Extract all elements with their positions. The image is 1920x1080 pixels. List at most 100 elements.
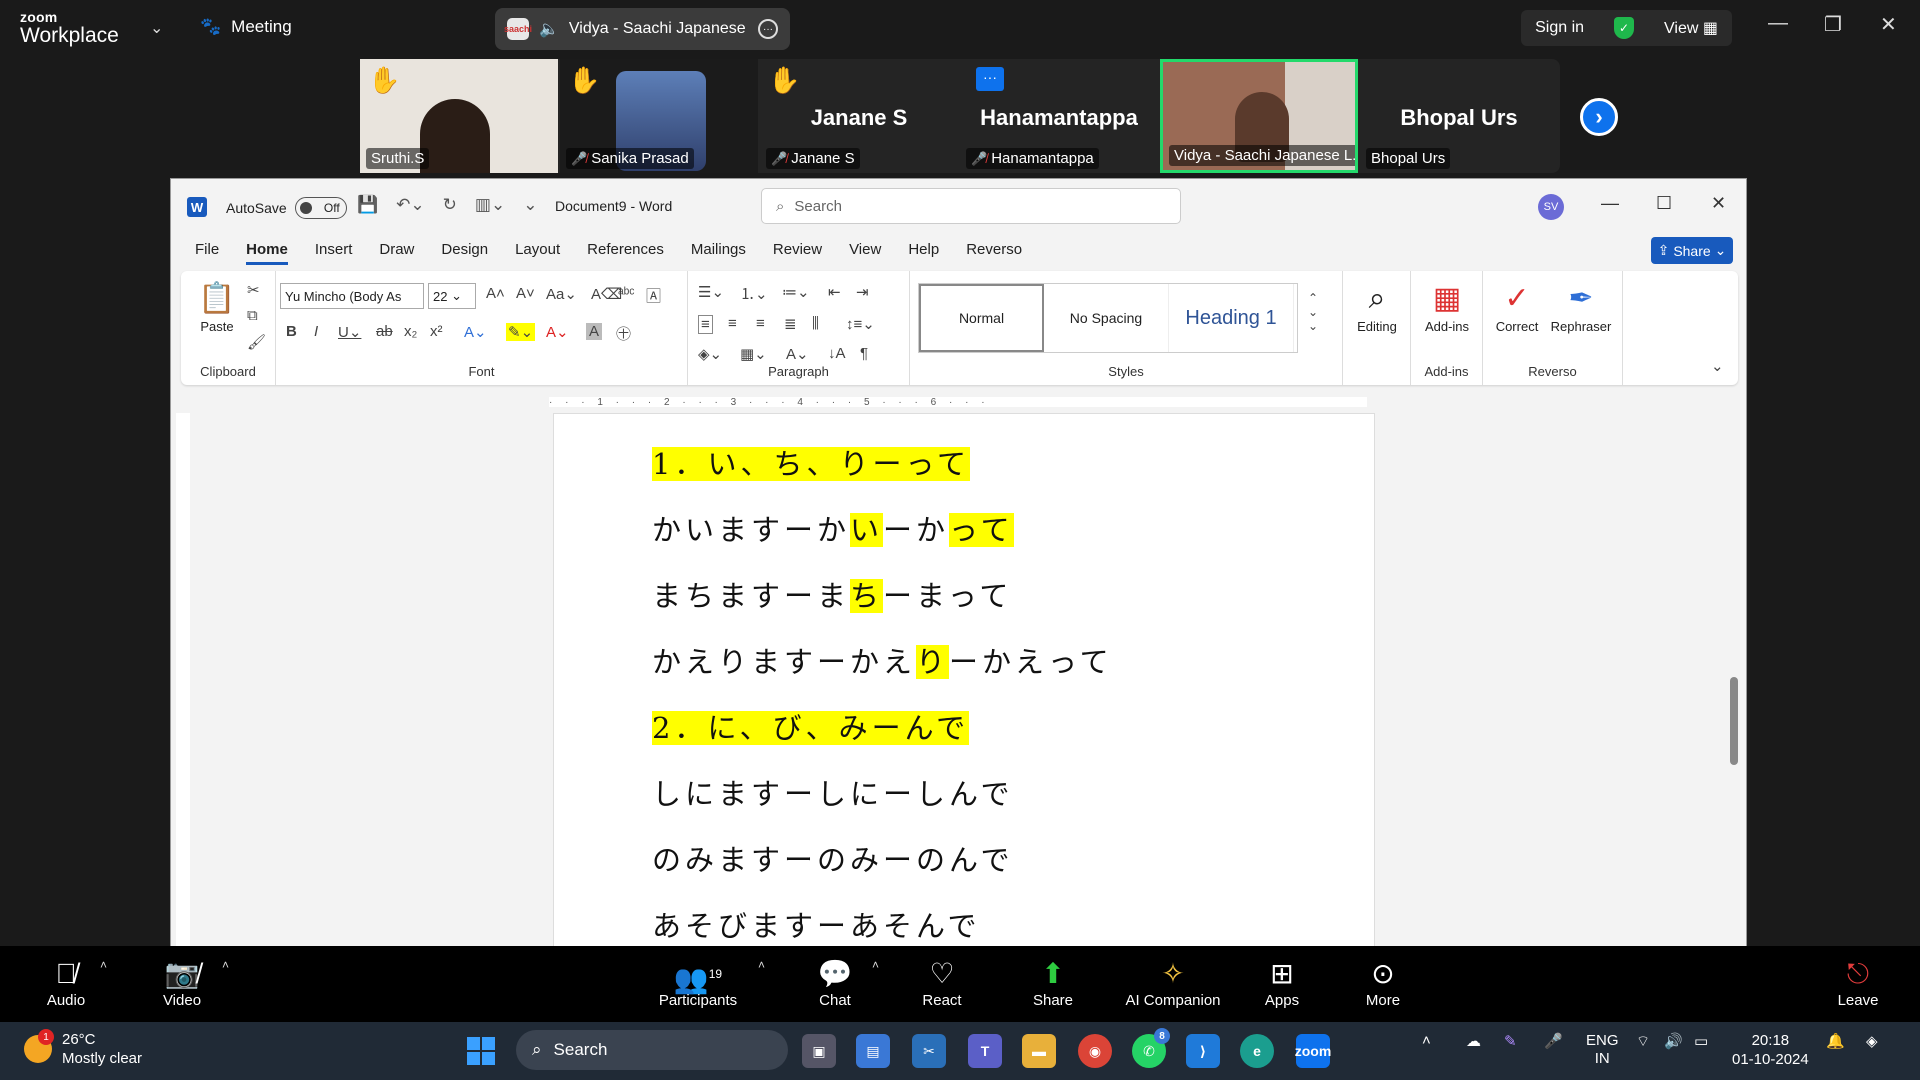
video-options-caret[interactable]: ˄ [222,958,229,972]
minimize-icon[interactable]: — [1768,12,1788,35]
tab-draw[interactable]: Draw [379,241,414,265]
tab-file[interactable]: File [195,241,219,265]
enclose-characters-icon[interactable]: ㊉ [616,323,631,344]
change-case-icon[interactable]: Aa⌄ [546,285,577,303]
customize-icon[interactable]: ⌄ [523,195,537,215]
increase-indent-icon[interactable]: ⇥ [856,283,869,301]
word-search-input[interactable]: ⌕ Search [761,188,1181,224]
highlight-icon[interactable]: ✎⌄ [506,323,536,341]
sort-icon[interactable]: ↓A [828,345,846,362]
onedrive-icon[interactable]: ☁ [1466,1032,1481,1050]
participant-tile[interactable]: ✋ 🎤̸ Sanika Prasad [560,59,758,173]
task-view-icon[interactable]: ▣ [802,1034,836,1068]
grow-font-icon[interactable]: A˄ [486,285,505,302]
style-normal[interactable]: Normal [919,284,1044,352]
undo-icon[interactable]: ↶⌄ [396,195,425,215]
leave-button[interactable]: ⎋ Leave [1808,956,1908,1009]
shrink-font-icon[interactable]: A˅ [516,285,535,302]
tab-design[interactable]: Design [441,241,488,265]
whatsapp-icon[interactable]: ✆ 8 [1132,1028,1170,1068]
asian-layout-icon[interactable]: A⌄ [786,345,809,363]
teams-icon[interactable]: T [968,1034,1002,1068]
participant-tile[interactable]: ✋ Janane S 🎤̸ Janane S [760,59,958,173]
style-heading-1[interactable]: Heading 1 [1169,284,1294,352]
apps-button[interactable]: ⊞ Apps [1232,956,1332,1009]
tab-home[interactable]: Home [246,241,288,265]
restore-icon[interactable]: ❐ [1824,12,1842,37]
next-page-arrow-icon[interactable]: › [1580,98,1618,136]
cut-icon[interactable]: ✂ [247,281,260,299]
close-icon[interactable]: ✕ [1711,193,1726,214]
weather-widget[interactable]: 1 26°C Mostly clear [24,1029,142,1068]
participant-tile[interactable]: ··· Hanamantappa 🎤̸ Hanamantappa [960,59,1158,173]
windows-start-icon[interactable] [467,1037,495,1065]
snipping-icon[interactable]: ✂ [912,1034,946,1068]
copilot-icon[interactable]: ◈ [1866,1032,1878,1050]
more-button[interactable]: ⊙ More [1333,956,1433,1009]
correct-button[interactable]: ✓ Correct [1485,279,1549,334]
align-left-icon[interactable]: ≡ [698,315,713,334]
tab-review[interactable]: Review [773,241,822,265]
chevron-up-icon[interactable]: ˄ [1422,1032,1431,1049]
wifi-icon[interactable]: ⌔ [1636,1032,1650,1051]
autosave-toggle[interactable]: Off [294,197,347,219]
font-color-icon[interactable]: A⌄ [546,323,569,341]
participants-caret[interactable]: ˄ [758,958,765,972]
chrome-icon[interactable]: ◉ [1078,1034,1112,1068]
zoom-app-icon[interactable]: zoom [1295,1034,1331,1068]
format-painter-icon[interactable]: 🖌 [247,333,266,351]
editing-button[interactable]: ⌕ Editing [1345,279,1409,334]
chat-caret[interactable]: ˄ [872,958,879,972]
ai-companion-button[interactable]: ✧ AI Companion [1118,956,1228,1009]
layout-icon[interactable]: ▥⌄ [475,195,505,215]
active-speaker-pill[interactable]: saachi 🔈 Vidya - Saachi Japanese Lan ··· [495,8,790,50]
tab-reverso[interactable]: Reverso [966,241,1022,265]
font-name-select[interactable]: Yu Mincho (Body As [280,283,424,309]
active-speaker-tile[interactable]: Vidya - Saachi Japanese L... [1160,59,1358,173]
pen-icon[interactable]: ✎ [1504,1032,1517,1050]
bold-icon[interactable]: B [286,323,297,340]
file-explorer-icon[interactable]: ▬ [1022,1034,1056,1068]
underline-icon[interactable]: U⌄ [338,323,361,341]
minimize-icon[interactable]: — [1601,193,1619,214]
avatar[interactable]: SV [1538,194,1564,220]
rephraser-button[interactable]: ✒ Rephraser [1549,279,1613,334]
collapse-ribbon-icon[interactable]: ⌄ [1711,357,1724,375]
phonetic-icon[interactable]: ᵃᵇᶜ [618,285,635,302]
view-button[interactable]: View ▦ [1664,18,1718,38]
font-size-select[interactable]: 22 ⌄ [428,283,476,309]
shield-icon[interactable]: ✓ [1614,17,1635,39]
clock[interactable]: 20:18 01-10-2024 [1732,1031,1809,1069]
text-effects-icon[interactable]: A⌄ [464,323,487,341]
vscode-icon[interactable]: ⟩ [1186,1034,1220,1068]
scrollbar-thumb[interactable] [1730,677,1738,765]
borders-icon[interactable]: ▦⌄ [740,345,767,363]
tab-view[interactable]: View [849,241,881,265]
notification-bell-icon[interactable]: 🔔 [1826,1032,1845,1050]
style-no-spacing[interactable]: No Spacing [1044,284,1169,352]
share-screen-button[interactable]: ⬆ Share [1003,956,1103,1009]
taskbar-search[interactable]: ⌕ Search [516,1030,788,1070]
tab-layout[interactable]: Layout [515,241,560,265]
video-button[interactable]: 📷̸ Video [132,956,232,1009]
align-right-icon[interactable]: ≡ [756,315,765,332]
decrease-indent-icon[interactable]: ⇤ [828,283,841,301]
superscript-icon[interactable]: x² [430,323,443,340]
copy-icon[interactable]: ⧉ [247,307,258,324]
line-spacing-icon[interactable]: ↕≡⌄ [846,315,875,333]
show-marks-icon[interactable]: ¶ [860,345,868,362]
close-icon[interactable]: ✕ [1880,12,1897,37]
battery-icon[interactable]: ▭ [1694,1032,1708,1050]
shading-icon[interactable]: A [586,323,603,340]
italic-icon[interactable]: I [314,323,318,340]
multilevel-list-icon[interactable]: ≔⌄ [782,283,810,301]
audio-options-caret[interactable]: ˄ [100,958,107,972]
addins-button[interactable]: ▦ Add-ins [1415,279,1479,334]
share-button[interactable]: ⇪ Share ⌄ [1651,237,1733,264]
paste-button[interactable]: 📋 Paste [185,279,249,334]
numbering-icon[interactable]: ⒈⌄ [740,283,768,304]
chat-button[interactable]: 💬 Chat [785,956,885,1009]
justify-icon[interactable]: ≣ [784,315,797,333]
redo-icon[interactable]: ↻ [443,195,457,215]
tab-references[interactable]: References [587,241,664,265]
